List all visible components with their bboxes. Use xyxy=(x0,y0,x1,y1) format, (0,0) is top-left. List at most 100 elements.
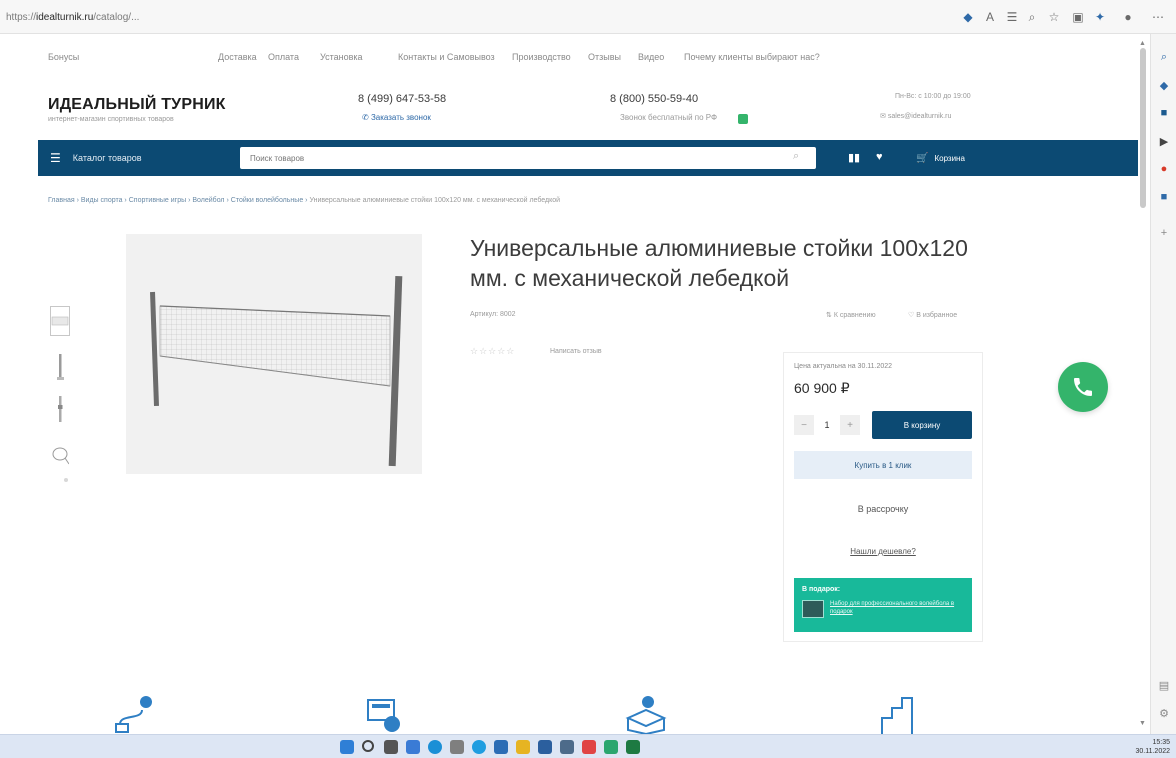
games-icon[interactable]: ▶ xyxy=(1157,134,1171,148)
page-scrollbar[interactable]: ▲ ▼ xyxy=(1138,40,1148,730)
panel-layout-icon[interactable]: ▤ xyxy=(1157,678,1171,692)
quantity-value[interactable]: 1 xyxy=(814,420,840,430)
search-input[interactable] xyxy=(240,147,816,169)
more-menu-icon[interactable]: ⋯ xyxy=(1150,9,1166,25)
breadcrumb-item[interactable]: Спортивные игры xyxy=(129,197,186,204)
price-date: Цена актуальна на 30.11.2022 xyxy=(794,363,893,370)
product-title: Универсальные алюминиевые стойки 100х120… xyxy=(470,235,968,291)
app-icon[interactable] xyxy=(560,740,574,754)
favorite-star-icon[interactable]: ☆ xyxy=(1046,9,1062,25)
compare-chart-icon[interactable]: ▮▮ xyxy=(848,151,860,164)
topmenu-item[interactable]: Бонусы xyxy=(48,52,79,62)
breadcrumb-item[interactable]: Виды спорта xyxy=(81,197,123,204)
scroll-up-arrow-icon[interactable]: ▲ xyxy=(1139,40,1146,47)
add-icon[interactable]: + xyxy=(1157,226,1171,240)
heart-icon[interactable]: ♥ xyxy=(876,151,883,163)
yandex-icon[interactable] xyxy=(582,740,596,754)
product-main-photo[interactable] xyxy=(126,234,422,474)
call-button[interactable] xyxy=(1058,362,1108,412)
outlook-icon[interactable]: ■ xyxy=(1157,190,1171,204)
gallery-indicator xyxy=(64,478,68,482)
gift-promo-box: В подарок: Набор для профессионального в… xyxy=(794,578,972,632)
scroll-thumb[interactable] xyxy=(1140,48,1146,208)
topmenu-item[interactable]: Контакты и Самовывоз xyxy=(398,52,495,62)
payment-icon xyxy=(367,699,400,732)
address-bar[interactable]: https://idealturnik.ru/catalog/... xyxy=(6,9,906,27)
search-icon[interactable]: ⌕ xyxy=(1157,50,1171,64)
topmenu-item[interactable]: Отзывы xyxy=(588,52,621,62)
quantity-increase-button[interactable]: + xyxy=(840,415,860,435)
working-hours: Пн-Вс: с 10:00 до 19:00 xyxy=(895,93,971,100)
clock-date: 30.11.2022 xyxy=(1135,748,1170,755)
task-view-icon[interactable] xyxy=(384,740,398,754)
catalog-button[interactable]: ☰ Каталог товаров xyxy=(50,148,142,168)
free-call-note: Звонок бесплатный по РФ xyxy=(620,113,718,122)
found-cheaper-link[interactable]: Нашли дешевле? xyxy=(794,547,972,556)
office-icon[interactable]: ● xyxy=(1157,162,1171,176)
favorites-label: В избранное xyxy=(916,312,958,319)
topmenu-item[interactable]: Оплата xyxy=(268,52,299,62)
cart-button[interactable]: 🛒 Корзина xyxy=(916,148,965,168)
collections-icon[interactable]: ▣ xyxy=(1070,9,1086,25)
zoom-icon[interactable]: ⌕ xyxy=(1024,9,1040,25)
product-article: Артикул: 8002 xyxy=(470,311,516,318)
write-review-link[interactable]: Написать отзыв xyxy=(550,348,602,355)
search-icon[interactable]: ⌕ xyxy=(793,150,799,163)
phone-number-moscow[interactable]: 8 (499) 647-53-58 xyxy=(358,93,446,105)
url-prefix: https:// xyxy=(6,12,37,23)
tools-icon[interactable]: ■ xyxy=(1157,106,1171,120)
topmenu-item[interactable]: Доставка xyxy=(218,52,257,62)
quantity-decrease-button[interactable]: − xyxy=(794,415,814,435)
gallery-thumb[interactable] xyxy=(50,440,70,470)
gallery-thumb[interactable] xyxy=(50,394,70,424)
edge-icon[interactable] xyxy=(428,740,442,754)
topmenu-item[interactable]: Установка xyxy=(320,52,363,62)
widgets-icon[interactable] xyxy=(406,740,420,754)
app-icon[interactable] xyxy=(494,740,508,754)
profile-icon[interactable]: ● xyxy=(1120,9,1136,25)
breadcrumb-item[interactable]: Волейбол xyxy=(192,197,224,204)
breadcrumb-item[interactable]: Главная xyxy=(48,197,75,204)
gallery-thumb[interactable] xyxy=(50,352,70,382)
app-icon[interactable] xyxy=(538,740,552,754)
extension-icon[interactable]: ✦ xyxy=(1092,9,1108,25)
rating-stars[interactable]: ☆☆☆☆☆ xyxy=(470,346,515,357)
reader-icon[interactable]: ☰ xyxy=(1004,9,1020,25)
scroll-down-arrow-icon[interactable]: ▼ xyxy=(1139,720,1146,727)
gift-title: В подарок: xyxy=(802,586,841,593)
gallery-thumb[interactable] xyxy=(50,306,70,336)
app-icon[interactable] xyxy=(450,740,464,754)
callback-link[interactable]: ✆ Заказать звонок xyxy=(362,113,431,122)
shopping-icon[interactable]: ◆ xyxy=(1157,78,1171,92)
site-logo[interactable]: ИДЕАЛЬНЫЙ ТУРНИК xyxy=(48,96,226,114)
app-icon[interactable] xyxy=(604,740,618,754)
warranty-box-icon xyxy=(625,696,667,734)
start-icon[interactable] xyxy=(340,740,354,754)
compare-link[interactable]: ⇅ К сравнению xyxy=(826,311,876,319)
phone-icon xyxy=(1074,378,1092,396)
search-icon[interactable] xyxy=(362,740,374,752)
product-price: 60 900 ₽ xyxy=(794,380,850,396)
phone-number-free[interactable]: 8 (800) 550-59-40 xyxy=(610,93,698,105)
shield-icon[interactable]: ◆ xyxy=(960,9,976,25)
settings-icon[interactable]: ⚙ xyxy=(1157,706,1171,720)
breadcrumb-item[interactable]: Стойки волейбольные xyxy=(231,197,303,204)
read-aloud-icon[interactable]: A xyxy=(982,9,998,25)
email-link[interactable]: ✉ sales@idealturnik.ru xyxy=(880,112,951,120)
gift-image xyxy=(802,600,824,618)
favorites-link[interactable]: ♡ В избранное xyxy=(908,311,957,319)
add-to-cart-button[interactable]: В корзину xyxy=(872,411,972,439)
topmenu-item[interactable]: Видео xyxy=(638,52,664,62)
installment-button[interactable]: В рассрочку xyxy=(794,497,972,521)
buy-one-click-button[interactable]: Купить в 1 клик xyxy=(794,451,972,479)
whatsapp-icon[interactable] xyxy=(738,114,748,124)
compare-label: К сравнению xyxy=(833,312,876,319)
app-icon[interactable] xyxy=(472,740,486,754)
excel-icon[interactable] xyxy=(626,740,640,754)
browser-toolbar: https://idealturnik.ru/catalog/... ◆ A ☰… xyxy=(0,0,1176,34)
gift-link[interactable]: Набор для профессионального волейбола в … xyxy=(830,600,966,616)
topmenu-item[interactable]: Почему клиенты выбирают нас? xyxy=(684,52,820,62)
topmenu-item[interactable]: Производство xyxy=(512,52,571,62)
file-explorer-icon[interactable] xyxy=(516,740,530,754)
system-clock[interactable]: 15:35 30.11.2022 xyxy=(1134,738,1170,756)
